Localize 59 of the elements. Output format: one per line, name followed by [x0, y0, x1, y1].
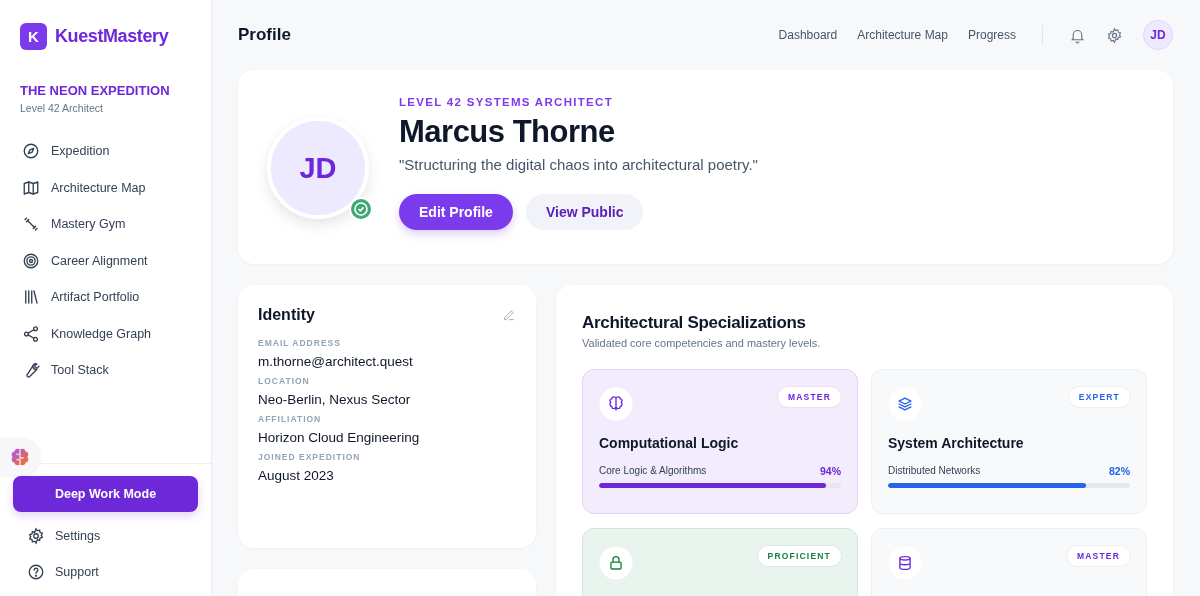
skill-label: Distributed Networks [888, 465, 981, 477]
mastery-badge: MASTER [1066, 546, 1130, 566]
logo-icon: K [20, 23, 47, 50]
skill-percent: 82% [1109, 465, 1130, 477]
page-title: Profile [238, 25, 291, 45]
nav-icon [22, 324, 40, 343]
deep-work-mode-button[interactable]: Deep Work Mode [13, 476, 198, 512]
card-title: Architectural Specializations [582, 313, 807, 333]
card-title: Identity [258, 306, 315, 324]
field-label: AFFILIATION [258, 414, 323, 424]
user-avatar[interactable]: JD [1143, 20, 1173, 50]
specialization-title: Computational Logic [599, 435, 740, 451]
sidebar-item[interactable]: Architecture Map [12, 175, 199, 200]
field-value: August 2023 [258, 468, 335, 483]
settings-icon[interactable] [1106, 26, 1123, 44]
nav-icon [22, 178, 40, 197]
nav-icon [22, 215, 40, 234]
sidebar-item[interactable]: Artifact Portfolio [12, 285, 199, 310]
footer-icon [27, 527, 45, 545]
sidebar-item[interactable]: Expedition [12, 139, 199, 164]
sidebar-item[interactable]: Tool Stack [12, 358, 199, 383]
header-nav-link[interactable]: Architecture Map [857, 28, 948, 42]
mastery-badge: EXPERT [1068, 387, 1130, 407]
nav-icon [22, 251, 40, 270]
view-public-button[interactable]: View Public [525, 194, 644, 230]
field-label: JOINED EXPEDITION [258, 452, 362, 462]
nav-icon [22, 288, 40, 307]
field-value: m.thorne@architect.quest [258, 354, 414, 369]
header-nav-link[interactable]: Progress [967, 28, 1016, 42]
skill-label: Core Logic & Algorithms [599, 465, 707, 477]
expedition-subtitle: Level 42 Architect [20, 102, 104, 114]
field-label: EMAIL ADDRESS [258, 338, 342, 348]
skill-percent: 94% [820, 465, 841, 477]
field-value: Horizon Cloud Engineering [258, 430, 421, 445]
expedition-title: THE NEON EXPEDITION [20, 83, 171, 98]
mastery-badge: PROFICIENT [757, 546, 841, 566]
mastery-badge: MASTER [777, 387, 841, 407]
field-value: Neo-Berlin, Nexus Sector [258, 392, 412, 407]
profile-name: Marcus Thorne [399, 114, 616, 150]
sidebar-footer-item[interactable]: Settings [13, 524, 198, 548]
brand-name: KuestMastery [55, 26, 169, 47]
skill-icon [599, 387, 633, 421]
sidebar-footer-item[interactable]: Support [13, 560, 198, 584]
sidebar-item[interactable]: Mastery Gym [12, 212, 199, 237]
header-nav-link[interactable]: Dashboard [778, 28, 838, 42]
footer-icon [27, 563, 45, 581]
card-subtitle: Validated core competencies and mastery levels. [582, 337, 822, 349]
specialization-title: System Architecture [888, 435, 1025, 451]
sidebar-item[interactable]: Career Alignment [12, 248, 199, 273]
profile-quote: "Structuring the digital chaos into architectural poetry." [399, 156, 758, 173]
brain-badge[interactable] [0, 438, 40, 475]
edit-profile-button[interactable]: Edit Profile [399, 194, 513, 230]
nav-icon [22, 142, 40, 161]
skill-icon [599, 546, 633, 580]
skill-icon [888, 387, 922, 421]
rank-label: LEVEL 42 SYSTEMS ARCHITECT [399, 96, 614, 108]
field-label: LOCATION [258, 376, 311, 386]
sidebar-item[interactable]: Knowledge Graph [12, 321, 199, 346]
skill-icon [888, 546, 922, 580]
